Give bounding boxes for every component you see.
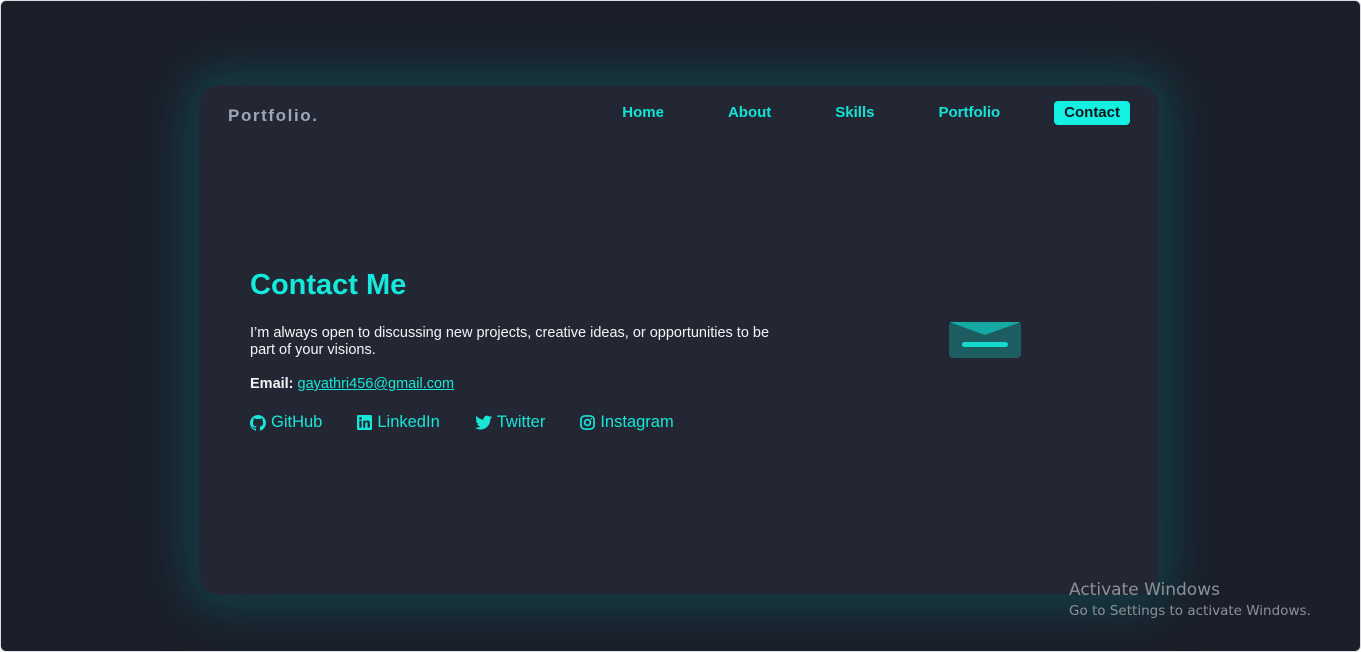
social-link-instagram[interactable]: Instagram (580, 413, 674, 432)
envelope-icon (949, 322, 1021, 363)
browser-viewport: Portfolio. Home About Skills Portfolio C… (0, 0, 1361, 652)
portfolio-card: Portfolio. Home About Skills Portfolio C… (199, 85, 1159, 595)
email-label: Email: (250, 376, 294, 392)
watermark-title: Activate Windows (1069, 580, 1220, 600)
email-link[interactable]: gayathri456@gmail.com (298, 376, 455, 392)
social-label-linkedin: LinkedIn (377, 413, 440, 431)
windows-activation-watermark: Activate Windows Go to Settings to activ… (1069, 579, 1311, 621)
contact-description: I’m always open to discussing new projec… (250, 325, 770, 358)
nav-item-home[interactable]: Home (612, 101, 674, 125)
email-row: Email: gayathri456@gmail.com (250, 376, 454, 392)
contact-title: Contact Me (250, 269, 407, 301)
twitter-icon (474, 415, 492, 430)
social-links: GitHub LinkedIn Twitter Instagram (250, 413, 709, 432)
nav-item-skills[interactable]: Skills (825, 101, 884, 125)
social-label-instagram: Instagram (600, 413, 674, 431)
nav-item-portfolio[interactable]: Portfolio (929, 101, 1011, 125)
watermark-subtitle: Go to Settings to activate Windows. (1069, 603, 1311, 619)
social-label-twitter: Twitter (496, 413, 546, 431)
social-link-twitter[interactable]: Twitter (474, 413, 546, 432)
social-link-github[interactable]: GitHub (250, 413, 322, 432)
nav-item-contact[interactable]: Contact (1054, 101, 1130, 125)
github-icon (250, 414, 266, 431)
nav-item-about[interactable]: About (718, 101, 781, 125)
main-nav: Home About Skills Portfolio Contact (568, 101, 1130, 125)
social-label-github: GitHub (271, 413, 323, 431)
instagram-icon (580, 415, 596, 430)
social-link-linkedin[interactable]: LinkedIn (357, 413, 440, 432)
site-logo[interactable]: Portfolio. (228, 106, 319, 126)
linkedin-icon (357, 415, 373, 430)
